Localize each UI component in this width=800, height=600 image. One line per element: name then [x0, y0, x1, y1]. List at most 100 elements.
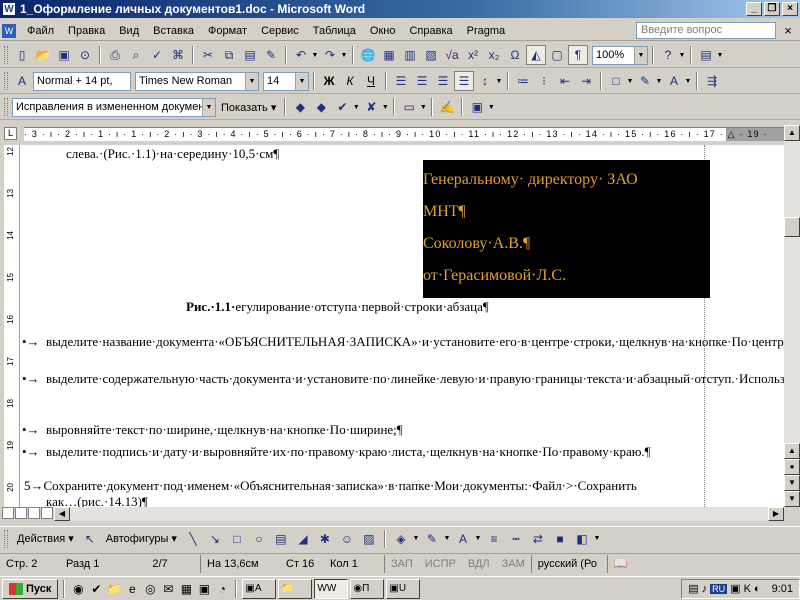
outline-view-icon[interactable] [41, 507, 53, 519]
border-icon[interactable]: □ [606, 71, 626, 91]
print-icon[interactable]: ⎙ [105, 45, 125, 65]
save-icon[interactable]: ▣ [54, 45, 74, 65]
ie-icon[interactable]: e [124, 581, 140, 597]
font-color-icon[interactable]: A [664, 71, 684, 91]
scroll-down-icon[interactable]: ▼ [784, 491, 800, 507]
picture-icon[interactable]: ▨ [359, 529, 379, 549]
taskbar-task-word[interactable]: WW [314, 578, 349, 599]
options-icon[interactable]: ⇶ [702, 71, 722, 91]
scroll-right-icon[interactable]: ▶ [768, 507, 784, 521]
status-trk[interactable]: ИСПР [419, 555, 462, 573]
start-button[interactable]: Пуск [2, 578, 59, 599]
antivirus-icon[interactable]: ◐ [754, 583, 761, 595]
comment-dropdown-icon[interactable]: ▼ [419, 104, 427, 111]
word-app-icon[interactable]: W [2, 2, 16, 16]
open-icon[interactable]: 📂 [33, 45, 53, 65]
menu-table[interactable]: Таблица [306, 22, 363, 40]
scroll-thumb[interactable] [784, 217, 800, 237]
highlight-dropdown-icon[interactable]: ▼ [655, 78, 663, 85]
scroll-left-icon[interactable]: ◀ [54, 507, 70, 521]
read-icon[interactable]: ▤ [696, 45, 716, 65]
toolbar-grip[interactable] [4, 98, 8, 116]
styles-pane-icon[interactable]: A [12, 71, 32, 91]
folder-icon[interactable]: 📁 [106, 581, 122, 597]
font-color-icon[interactable]: A [453, 529, 473, 549]
media-icon[interactable]: ◎ [142, 581, 158, 597]
oval-icon[interactable]: ○ [249, 529, 269, 549]
format-painter-icon[interactable]: ✎ [261, 45, 281, 65]
spelling-status-icon[interactable]: 📖 [606, 554, 634, 573]
restore-button[interactable]: ❐ [764, 2, 780, 16]
show-formatting-icon[interactable]: ¶ [568, 45, 588, 65]
previous-change-icon[interactable]: ◆ [290, 97, 310, 117]
highlight-icon[interactable]: ✎ [635, 71, 655, 91]
subscript-icon[interactable]: x₂ [484, 45, 504, 65]
3d-icon[interactable]: ◧ [572, 529, 592, 549]
undo-dropdown-icon[interactable]: ▼ [311, 52, 319, 59]
arrow-style-icon[interactable]: ⇄ [528, 529, 548, 549]
redo-dropdown-icon[interactable]: ▼ [340, 52, 348, 59]
line-color-icon[interactable]: ✎ [422, 529, 442, 549]
line-color-dropdown-icon[interactable]: ▼ [443, 535, 451, 542]
3d-dropdown-icon[interactable]: ▼ [593, 535, 601, 542]
underline-button[interactable]: Ч [361, 71, 381, 91]
menu-insert[interactable]: Вставка [146, 22, 201, 40]
fill-color-icon[interactable]: ◈ [391, 529, 411, 549]
omega-icon[interactable]: Ω [505, 45, 525, 65]
status-rec[interactable]: ЗАП [384, 554, 419, 573]
zoom-select[interactable]: 100% ▼ [592, 45, 648, 65]
copy-icon[interactable]: ⧉ [219, 45, 239, 65]
clock[interactable]: 9:01 [772, 583, 793, 595]
diagram-icon[interactable]: ✱ [315, 529, 335, 549]
scroll-down-icon[interactable]: ▼ [784, 475, 800, 491]
read-dropdown-icon[interactable]: ▼ [716, 52, 724, 59]
rectangle-icon[interactable]: □ [227, 529, 247, 549]
tab-selector[interactable]: L [4, 127, 17, 140]
paste-icon[interactable]: ▤ [240, 45, 260, 65]
align-center-icon[interactable]: ☰ [412, 71, 432, 91]
fill-color-dropdown-icon[interactable]: ▼ [412, 535, 420, 542]
app-icon[interactable]: ▣ [196, 581, 212, 597]
numbering-icon[interactable]: ≔ [513, 71, 533, 91]
clock-app-icon[interactable]: ◔ [214, 581, 230, 597]
toolbar-grip[interactable] [4, 529, 8, 548]
line-style-icon[interactable]: ≡ [484, 529, 504, 549]
bold-button[interactable]: Ж [319, 71, 339, 91]
language-indicator[interactable]: RU [710, 583, 728, 594]
permission-icon[interactable]: ⊙ [75, 45, 95, 65]
web-view-icon[interactable] [15, 507, 27, 519]
spelling-icon[interactable]: ✓ [147, 45, 167, 65]
toolbar-grip[interactable] [4, 46, 8, 64]
new-icon[interactable]: ▯ [12, 45, 32, 65]
chevron-down-icon[interactable]: ▼ [202, 98, 215, 116]
opera-icon[interactable]: ◉ [70, 581, 86, 597]
reviewing-pane-dropdown-icon[interactable]: ▼ [487, 104, 495, 111]
help-icon[interactable]: ? [658, 45, 678, 65]
mail-icon[interactable]: ✉ [160, 581, 176, 597]
vertical-ruler[interactable]: 12 13 14 15 16 17 18 19 20 [4, 145, 20, 507]
line-icon[interactable]: ╲ [183, 529, 203, 549]
taskbar-task[interactable]: ▣ А [242, 578, 277, 599]
font-size-select[interactable]: 14 ▼ [263, 71, 309, 91]
insert-table-icon[interactable]: ▥ [400, 45, 420, 65]
menu-pragma[interactable]: Pragma [460, 22, 513, 40]
increase-indent-icon[interactable]: ⇥ [576, 71, 596, 91]
dash-style-icon[interactable]: ┅ [506, 529, 526, 549]
show-menu-button[interactable]: Показать ▾ [217, 101, 280, 114]
new-comment-icon[interactable]: ▭ [399, 97, 419, 117]
textbox-icon[interactable]: ▤ [271, 529, 291, 549]
select-browse-object-icon[interactable]: ● [784, 459, 800, 475]
ruler-strip[interactable]: · 3 · ı · 2 · ı · 1 · ı · 1 · ı · 2 · ı … [24, 127, 784, 141]
research-icon[interactable]: ⌘ [168, 45, 188, 65]
line-spacing-icon[interactable]: ↕ [475, 71, 495, 91]
line-spacing-dropdown-icon[interactable]: ▼ [495, 78, 503, 85]
taskbar-task[interactable]: ◉ П [350, 578, 385, 599]
volume-icon[interactable]: ♪ [702, 583, 708, 595]
document-area[interactable]: слева.·(Рис.·1.1)·на·середину·10,5·см¶ Г… [20, 145, 784, 507]
horizontal-ruler[interactable]: L · 3 · ı · 2 · ı · 1 · ı · 1 · ı · 2 · … [0, 125, 800, 143]
border-dropdown-icon[interactable]: ▼ [626, 78, 634, 85]
italic-button[interactable]: К [340, 71, 360, 91]
wordart-icon[interactable]: ◢ [293, 529, 313, 549]
justify-icon[interactable]: ☰ [454, 71, 474, 91]
chevron-down-icon[interactable]: ▼ [634, 46, 647, 64]
